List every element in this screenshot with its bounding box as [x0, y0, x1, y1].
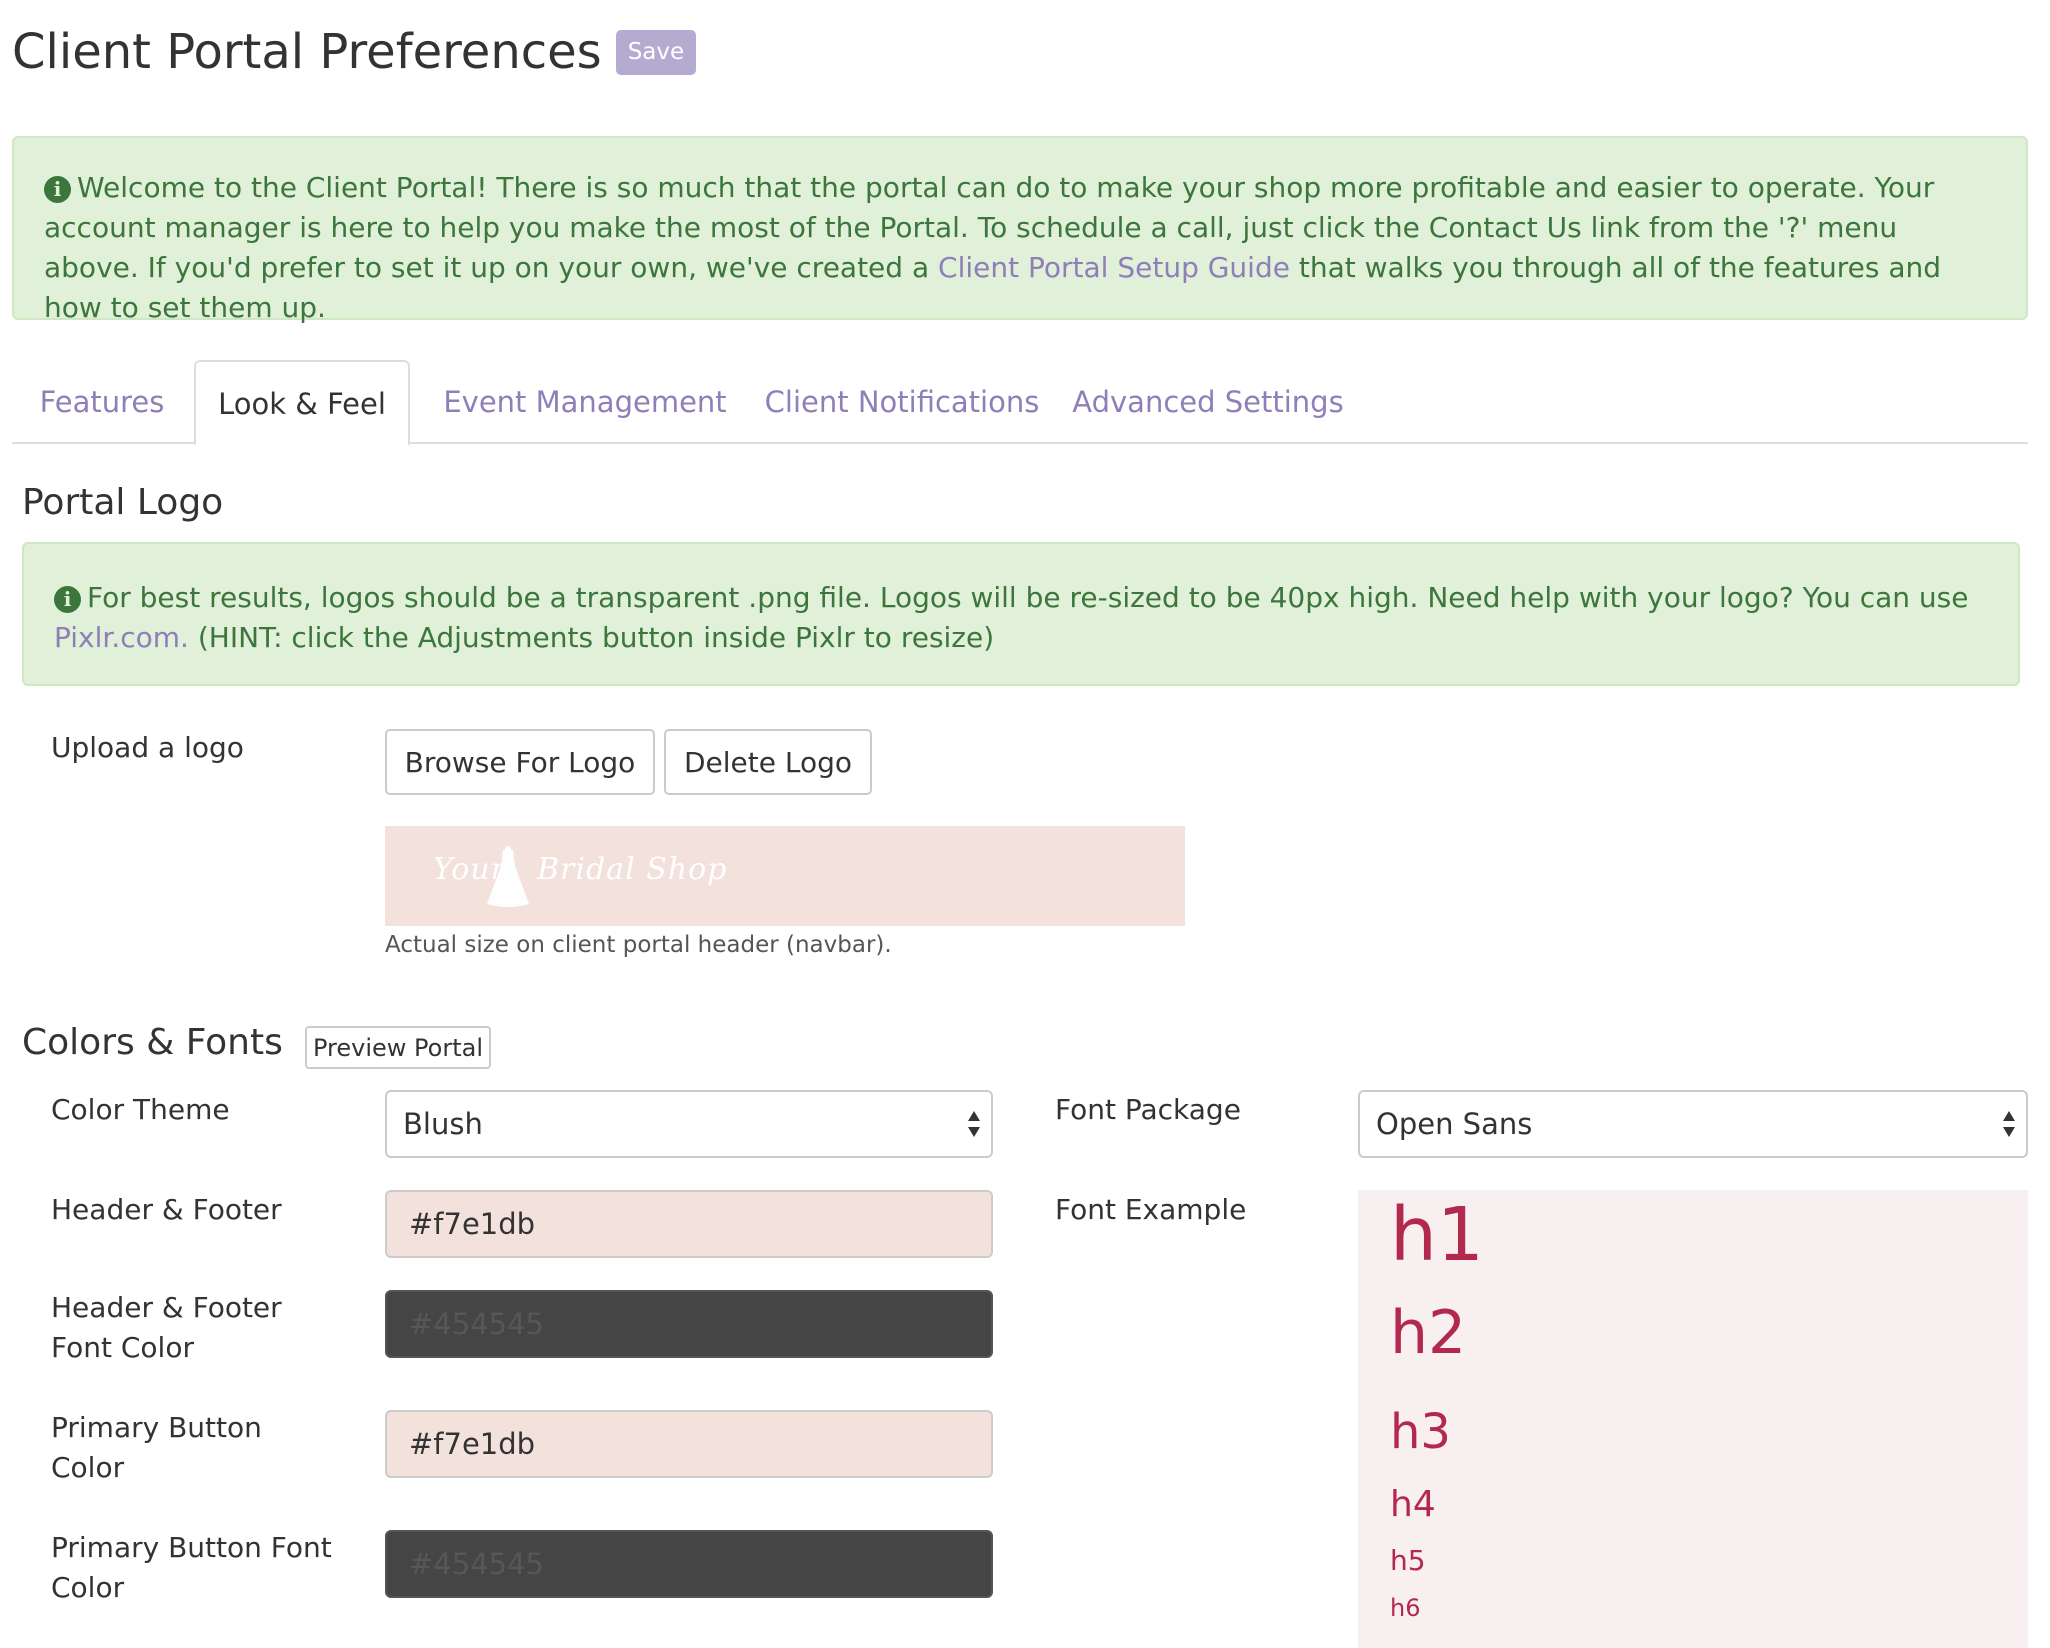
- header-footer-color-input[interactable]: #f7e1db: [385, 1190, 993, 1258]
- header-footer-label: Header & Footer: [51, 1193, 282, 1226]
- settings-tabs: Features Look & Feel Event Management Cl…: [12, 360, 2028, 446]
- select-arrows-icon: [2003, 1111, 2015, 1137]
- upload-logo-label: Upload a logo: [51, 731, 244, 764]
- font-example-h2: h2: [1390, 1298, 1467, 1368]
- primary-button-color-label-line1: Primary Button: [51, 1411, 262, 1444]
- font-example-h3: h3: [1390, 1404, 1451, 1460]
- primary-button-font-label-line2: Color: [51, 1571, 125, 1604]
- page-title: Client Portal Preferences: [12, 24, 602, 80]
- header-footer-font-color-input[interactable]: #454545: [385, 1290, 993, 1358]
- font-package-value: Open Sans: [1376, 1107, 1533, 1141]
- color-theme-value: Blush: [403, 1107, 483, 1141]
- welcome-alert: i Welcome to the Client Portal! There is …: [12, 136, 2028, 324]
- primary-button-color-label-line2: Color: [51, 1451, 125, 1484]
- logo-preview-hint: Actual size on client portal header (nav…: [385, 932, 892, 958]
- tab-look-and-feel[interactable]: Look & Feel: [194, 360, 410, 446]
- wedding-dress-icon: [487, 846, 529, 907]
- tab-features[interactable]: Features: [12, 360, 192, 444]
- info-circle-icon: i: [44, 176, 71, 203]
- font-package-label: Font Package: [1055, 1093, 1241, 1126]
- select-arrows-icon: [968, 1111, 980, 1137]
- pixlr-link[interactable]: Pixlr.com.: [54, 621, 189, 654]
- color-theme-label: Color Theme: [51, 1093, 230, 1126]
- header-footer-font-label-line1: Header & Footer: [51, 1291, 282, 1324]
- primary-button-font-label-line1: Primary Button Font: [51, 1531, 332, 1564]
- tab-event-management[interactable]: Event Management: [430, 360, 740, 444]
- logo-preview: Your Bridal Shop: [385, 826, 1185, 926]
- setup-guide-link[interactable]: Client Portal Setup Guide: [938, 251, 1290, 284]
- logo-alert-text-after: (HINT: click the Adjustments button insi…: [188, 621, 995, 654]
- tab-client-notifications[interactable]: Client Notifications: [752, 360, 1052, 444]
- logo-text-right: Bridal Shop: [537, 852, 728, 887]
- font-example-h5: h5: [1390, 1544, 1426, 1577]
- preview-portal-button[interactable]: Preview Portal: [305, 1026, 491, 1069]
- header-footer-font-label: Header & Footer Font Color: [51, 1288, 282, 1368]
- browse-for-logo-button[interactable]: Browse For Logo: [385, 729, 655, 795]
- font-package-select[interactable]: Open Sans: [1358, 1090, 2028, 1158]
- primary-button-font-label: Primary Button Font Color: [51, 1528, 332, 1608]
- primary-button-font-color-input[interactable]: #454545: [385, 1530, 993, 1598]
- delete-logo-button[interactable]: Delete Logo: [664, 729, 872, 795]
- header-footer-font-label-line2: Font Color: [51, 1331, 194, 1364]
- save-button[interactable]: Save: [615, 29, 697, 75]
- portal-logo-title: Portal Logo: [22, 482, 224, 523]
- color-theme-select[interactable]: Blush: [385, 1090, 993, 1158]
- logo-alert: i For best results, logos should be a tra…: [22, 542, 2020, 686]
- colors-fonts-title: Colors & Fonts: [22, 1022, 283, 1063]
- title-row: Client Portal Preferences Save: [12, 12, 697, 92]
- logo-alert-text-before: For best results, logos should be a tran…: [87, 581, 1969, 614]
- client-portal-preferences-page: Client Portal Preferences Save i Welcome …: [0, 0, 2050, 1648]
- info-circle-icon: i: [54, 586, 81, 613]
- tab-advanced-settings[interactable]: Advanced Settings: [1066, 360, 1350, 444]
- font-example-h6: h6: [1390, 1594, 1421, 1622]
- font-example-label: Font Example: [1055, 1193, 1247, 1226]
- font-example-h4: h4: [1390, 1484, 1436, 1525]
- primary-button-color-input[interactable]: #f7e1db: [385, 1410, 993, 1478]
- primary-button-color-label: Primary Button Color: [51, 1408, 262, 1488]
- font-example-panel: h1 h2 h3 h4 h5 h6: [1358, 1190, 2028, 1648]
- font-example-h1: h1: [1390, 1192, 1484, 1278]
